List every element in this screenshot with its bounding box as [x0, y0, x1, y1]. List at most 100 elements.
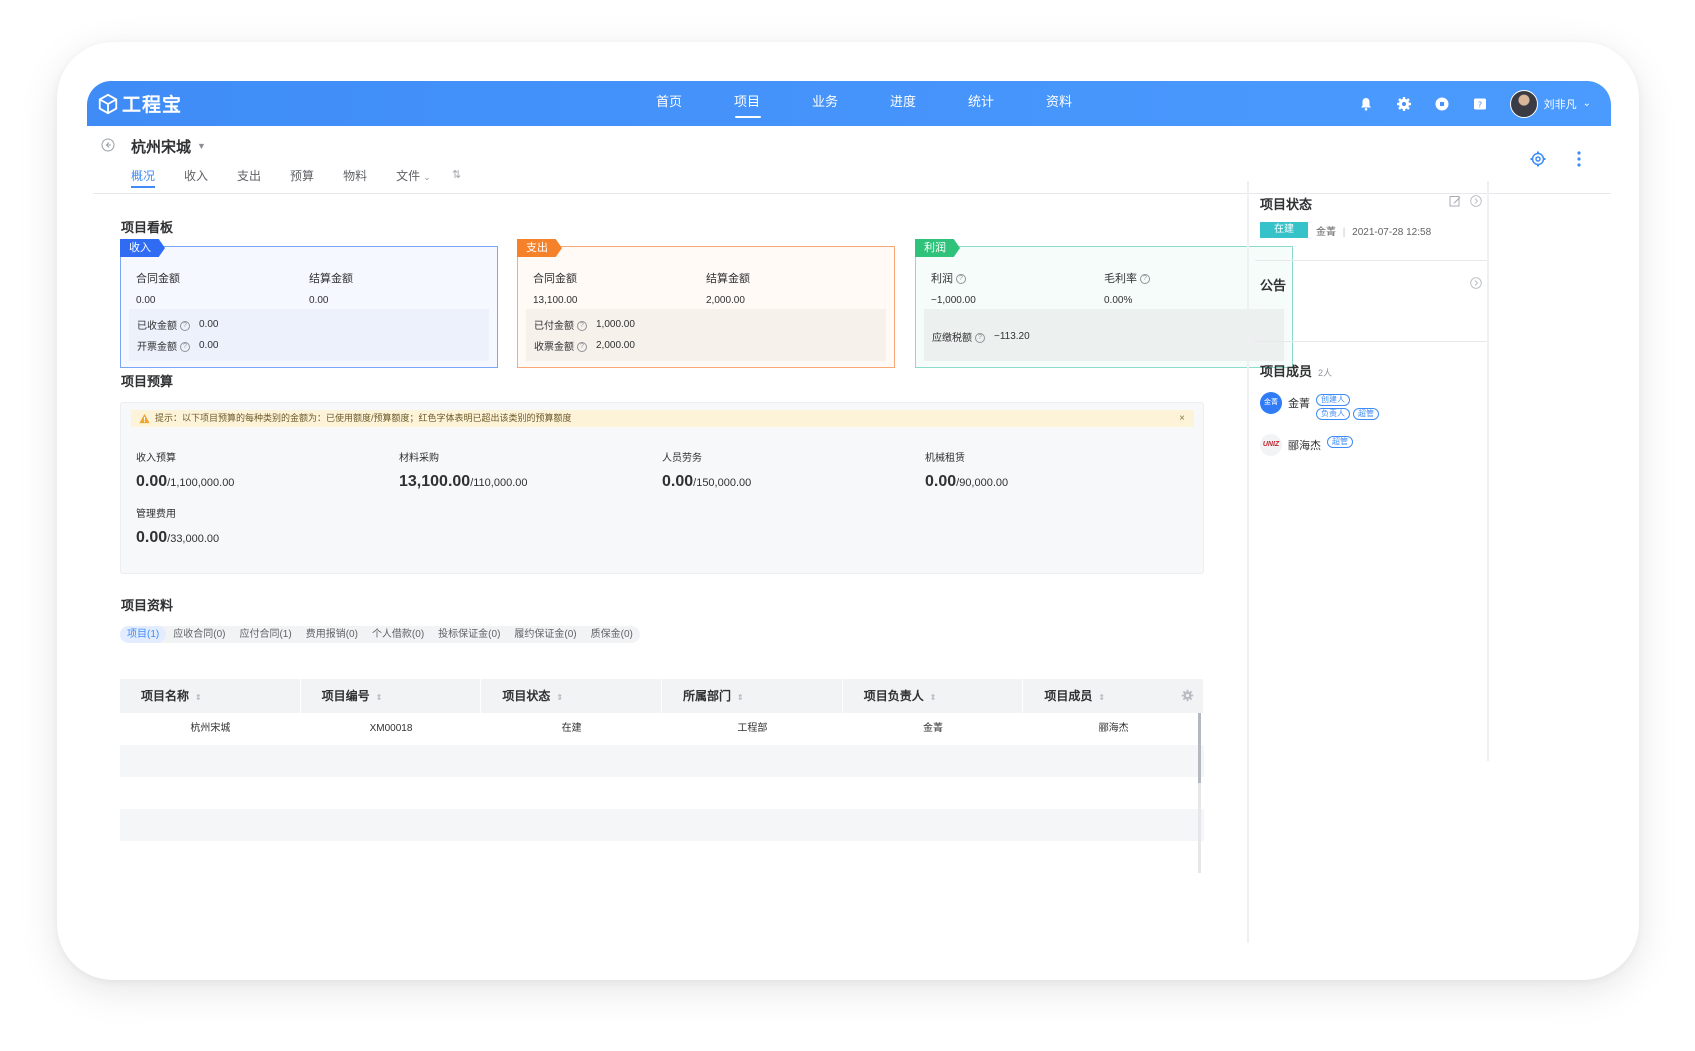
- table-row[interactable]: 杭州宋城 XM00018 在建 工程部 金菁 郦海杰: [120, 713, 1204, 745]
- th-name[interactable]: 项目名称 ⇕: [120, 679, 301, 713]
- help-icon[interactable]: ?: [180, 321, 190, 332]
- sort-icon[interactable]: ⇅: [452, 168, 461, 181]
- th-members[interactable]: 项目成员 ⇕: [1023, 679, 1205, 713]
- budget-item-total: /110,000.00: [470, 477, 528, 489]
- nav-project[interactable]: 项目: [708, 81, 786, 126]
- header-divider: [93, 193, 1611, 194]
- budget-item-label: 管理费用: [136, 509, 176, 520]
- settings-gear-icon[interactable]: [1529, 150, 1547, 168]
- user-avatar[interactable]: [1509, 89, 1538, 118]
- member-badges: 创建人 负责人 超管: [1316, 394, 1386, 422]
- bell-icon[interactable]: [1358, 96, 1374, 112]
- th-code[interactable]: 项目编号 ⇕: [301, 679, 482, 713]
- tab-material[interactable]: 物料: [343, 167, 367, 187]
- sort-icon[interactable]: ⇕: [195, 693, 202, 702]
- margin-label: 毛利率: [1104, 273, 1137, 285]
- ptab-payable-contract[interactable]: 应付合同(1): [232, 626, 298, 643]
- cell-code: XM00018: [369, 723, 413, 734]
- ptab-personal-loan[interactable]: 个人借款(0): [365, 626, 431, 643]
- sort-icon[interactable]: ⇕: [930, 693, 937, 702]
- nav-statistics[interactable]: 统计: [942, 81, 1020, 126]
- expense-settle-value: 2,000.00: [706, 295, 745, 306]
- close-icon[interactable]: ×: [1179, 410, 1185, 427]
- th-department[interactable]: 所属部门 ⇕: [662, 679, 843, 713]
- tab-overview[interactable]: 概况: [131, 167, 156, 188]
- tab-files[interactable]: 文件 ⌄: [396, 167, 431, 187]
- table-scrollbar[interactable]: [1198, 713, 1201, 873]
- budget-item-used: 0.00: [662, 473, 694, 490]
- avatar: 金菁: [1260, 392, 1282, 414]
- cell-members: 郦海杰: [1098, 723, 1129, 734]
- income-contract: 合同金额 0.00: [136, 270, 180, 306]
- help-icon[interactable]: ?: [577, 342, 587, 353]
- member-item[interactable]: UNIZ 郦海杰 超管: [1260, 434, 1397, 456]
- member-badges: 超管: [1327, 436, 1397, 450]
- sort-icon[interactable]: ⇕: [1098, 693, 1105, 702]
- ptab-bid-bond[interactable]: 投标保证金(0): [431, 626, 507, 643]
- ptab-warranty[interactable]: 质保金(0): [584, 626, 640, 643]
- budget-item-used: 0.00: [136, 529, 168, 546]
- profit-profit: 利润? −1,000.00: [931, 270, 976, 306]
- help-icon[interactable]: ?: [975, 333, 985, 344]
- th-manager[interactable]: 项目负责人 ⇕: [843, 679, 1024, 713]
- tab-income[interactable]: 收入: [184, 167, 208, 187]
- budget-tip: 提示：以下项目预算的每种类别的金额为：已使用额度/预算额度；红色字体表明已超出该…: [131, 410, 1194, 427]
- help-icon[interactable]: ?: [1140, 274, 1150, 285]
- ptab-receivable-contract[interactable]: 应收合同(0): [166, 626, 232, 643]
- ptab-performance-bond[interactable]: 履约保证金(0): [507, 626, 583, 643]
- help-icon[interactable]: ?: [956, 274, 966, 285]
- tab-budget[interactable]: 预算: [290, 167, 314, 187]
- project-tabs: 概况 收入 支出 预算 物料 文件 ⌄: [131, 167, 460, 188]
- member-item[interactable]: 金菁 金菁 创建人 负责人 超管: [1260, 392, 1386, 422]
- expense-settle-label: 结算金额: [706, 273, 750, 285]
- edit-icon[interactable]: [1449, 195, 1461, 207]
- logo[interactable]: 工程宝: [97, 90, 182, 117]
- logo-text: 工程宝: [122, 95, 183, 116]
- help-icon[interactable]: ?: [180, 342, 190, 353]
- income-sub: 已收金额? 0.00 开票金额? 0.00: [129, 309, 489, 361]
- expense-paid-value: 1,000.00: [596, 319, 635, 330]
- help-book-icon[interactable]: ?: [1472, 96, 1488, 112]
- gear-icon[interactable]: [1396, 96, 1412, 112]
- customer-service-icon[interactable]: [1434, 96, 1450, 112]
- profit-card: 利润 利润? −1,000.00 毛利率? 0.00% 应缴税额? −113.20: [915, 239, 1293, 368]
- expense-ticket-value: 2,000.00: [596, 340, 635, 351]
- nav-materials[interactable]: 资料: [1020, 81, 1098, 126]
- members-title-text: 项目成员: [1260, 364, 1313, 379]
- table-header: 项目名称 ⇕ 项目编号 ⇕ 项目状态 ⇕ 所属部门 ⇕ 项目负责人 ⇕ 项目成员 ⇕: [120, 679, 1205, 713]
- th-status[interactable]: 项目状态 ⇕: [481, 679, 663, 713]
- th-label: 项目名称: [141, 689, 190, 703]
- user-name[interactable]: 刘非凡: [1544, 96, 1577, 112]
- caret-down-icon[interactable]: ▼: [197, 141, 206, 151]
- budget-item-machinery: 机械租赁 0.00/90,000.00: [925, 449, 1008, 491]
- sort-icon[interactable]: ⇕: [556, 693, 563, 702]
- chevron-down-icon[interactable]: ⌄: [1583, 98, 1591, 109]
- income-tag: 收入: [120, 239, 165, 257]
- cell-manager: 金菁: [923, 723, 944, 734]
- expense-card: 支出 合同金额 13,100.00 结算金额 2,000.00 已付金额? 1,0…: [517, 239, 895, 368]
- nav-business[interactable]: 业务: [786, 81, 864, 126]
- nav-home[interactable]: 首页: [630, 81, 708, 126]
- more-vertical-icon[interactable]: [1576, 150, 1582, 168]
- materials-tabs: 项目(1) 应收合同(0) 应付合同(1) 费用报销(0) 个人借款(0) 投标…: [120, 626, 640, 643]
- back-icon[interactable]: [101, 138, 115, 152]
- budget-item-label: 收入预算: [136, 453, 176, 464]
- tab-expense[interactable]: 支出: [237, 167, 261, 187]
- ptab-project[interactable]: 项目(1): [120, 626, 167, 643]
- sort-icon[interactable]: ⇕: [376, 693, 383, 702]
- nav-progress[interactable]: 进度: [864, 81, 942, 126]
- chevron-right-circle-icon[interactable]: [1470, 195, 1482, 207]
- ptab-expense-claim[interactable]: 费用报销(0): [299, 626, 365, 643]
- top-bar: 工程宝 首页 项目 业务 进度 统计 资料 ? 刘非凡 ⌄: [87, 81, 1611, 126]
- project-title[interactable]: 杭州宋城: [131, 136, 191, 157]
- chevron-right-circle-icon[interactable]: [1470, 277, 1482, 289]
- column-settings-icon[interactable]: [1181, 689, 1194, 702]
- th-label: 项目成员: [1044, 689, 1093, 703]
- table-row-empty: [120, 809, 1204, 841]
- income-contract-value: 0.00: [136, 295, 156, 306]
- help-icon[interactable]: ?: [577, 321, 587, 332]
- avatar: UNIZ: [1260, 434, 1282, 456]
- expense-contract-label: 合同金额: [533, 273, 577, 285]
- materials-title: 项目资料: [121, 598, 174, 613]
- sort-icon[interactable]: ⇕: [737, 693, 744, 702]
